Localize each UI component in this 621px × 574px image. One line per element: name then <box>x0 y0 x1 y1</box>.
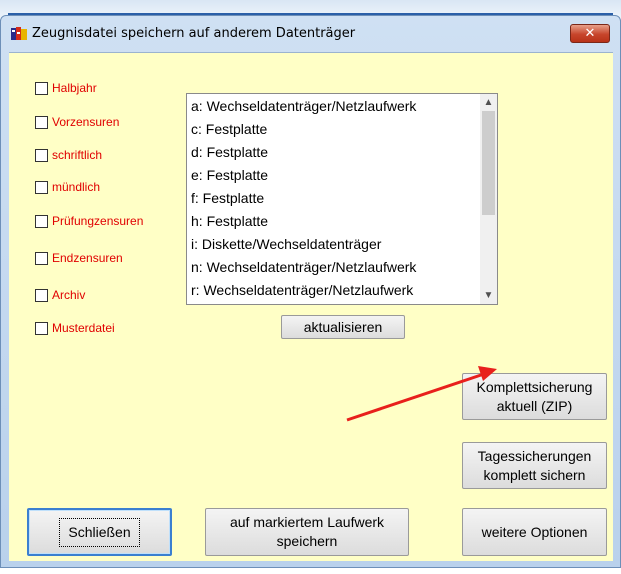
close-dialog-button-label: Schließen <box>59 517 140 547</box>
full-backup-label-line1: Komplettsicherung <box>476 378 593 395</box>
scroll-up-icon[interactable]: ▲ <box>480 94 497 111</box>
dialog-window: Zeugnisdatei speichern auf anderem Daten… <box>0 15 621 568</box>
checkbox-label: Halbjahr <box>52 81 97 95</box>
save-button-label-line2: speichern <box>276 533 338 549</box>
checkbox-box[interactable] <box>35 252 48 265</box>
checkbox-box[interactable] <box>35 82 48 95</box>
scroll-down-icon[interactable]: ▼ <box>480 287 497 304</box>
drive-list-item-i[interactable]: i: Diskette/Wechseldatenträger <box>191 236 381 258</box>
checkbox-box[interactable] <box>35 149 48 162</box>
daily-backup-label-line1: Tagessicherungen <box>477 447 592 464</box>
close-icon: ✕ <box>584 26 596 41</box>
checkbox-label: Prüfungzensuren <box>52 214 144 228</box>
close-dialog-button[interactable]: Schließen <box>27 508 172 556</box>
listbox-scrollbar[interactable]: ▲ ▼ <box>480 94 497 304</box>
drive-list-item-a[interactable]: a: Wechseldatenträger/Netzlaufwerk <box>191 98 416 120</box>
checkbox-label: mündlich <box>52 180 101 194</box>
drive-list-item-h[interactable]: h: Festplatte <box>191 213 268 235</box>
checkbox-box[interactable] <box>35 289 48 302</box>
save-to-marked-drive-button[interactable]: auf markiertem Laufwerk speichern <box>205 508 409 556</box>
daily-backup-button[interactable]: Tagessicherungen komplett sichern <box>462 442 607 489</box>
checkbox-label: Endzensuren <box>52 251 123 265</box>
dialog-client-area: Halbjahr Vorzensuren schriftlich mündlic… <box>9 52 613 561</box>
drive-list-item-f[interactable]: f: Festplatte <box>191 190 264 212</box>
refresh-button[interactable]: aktualisieren <box>281 315 405 339</box>
window-title: Zeugnisdatei speichern auf anderem Daten… <box>32 26 356 41</box>
drive-list-item-r[interactable]: r: Wechseldatenträger/Netzlaufwerk <box>191 282 413 304</box>
checkbox-label: Vorzensuren <box>52 115 120 129</box>
title-bar[interactable]: Zeugnisdatei speichern auf anderem Daten… <box>1 16 620 50</box>
checkbox-label: Archiv <box>52 288 86 302</box>
scroll-thumb[interactable] <box>482 111 495 215</box>
full-backup-label-line2: aktuell (ZIP) <box>496 397 573 414</box>
full-backup-zip-button[interactable]: Komplettsicherung aktuell (ZIP) <box>462 373 607 420</box>
checkbox-label: schriftlich <box>52 148 103 162</box>
checkbox-box[interactable] <box>35 322 48 335</box>
drive-listbox[interactable]: a: Wechseldatenträger/Netzlaufwerk c: Fe… <box>186 93 498 305</box>
checkbox-box[interactable] <box>35 215 48 228</box>
daily-backup-label-line2: komplett sichern <box>483 466 586 483</box>
checkbox-box[interactable] <box>35 116 48 129</box>
app-icon <box>11 27 27 40</box>
drive-list-item-c[interactable]: c: Festplatte <box>191 121 267 143</box>
refresh-button-label: aktualisieren <box>303 318 383 335</box>
drive-list-item-e[interactable]: e: Festplatte <box>191 167 268 189</box>
checkbox-box[interactable] <box>35 181 48 194</box>
more-options-button[interactable]: weitere Optionen <box>462 508 607 556</box>
checkbox-label: Musterdatei <box>52 321 115 335</box>
more-options-label: weitere Optionen <box>481 523 588 540</box>
drive-list-item-d[interactable]: d: Festplatte <box>191 144 268 166</box>
close-window-button[interactable]: ✕ <box>570 24 610 43</box>
drive-list-item-n[interactable]: n: Wechseldatenträger/Netzlaufwerk <box>191 259 416 281</box>
save-button-label-line1: auf markiertem Laufwerk <box>229 514 385 530</box>
